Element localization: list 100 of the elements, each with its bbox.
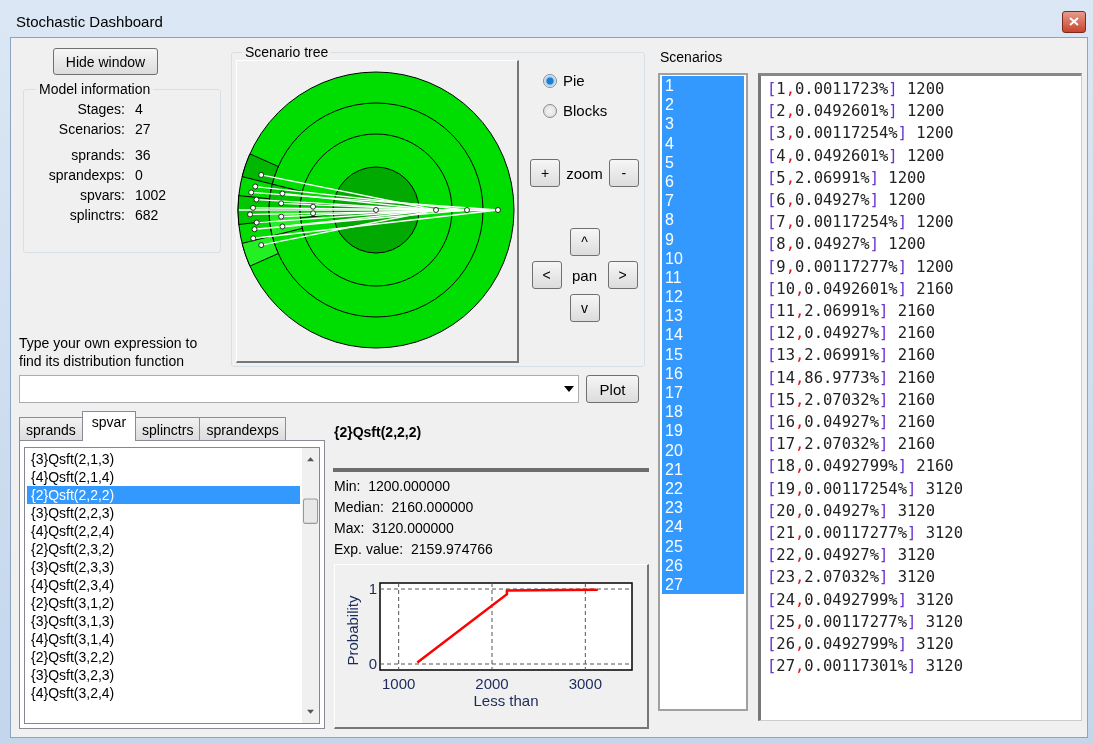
variable-item[interactable]: {3}Qsft(3,1,3) bbox=[27, 612, 300, 630]
scenario-line: [23,2.07032%] 3120 bbox=[767, 567, 937, 589]
zoom-in-button[interactable]: + bbox=[530, 159, 561, 187]
view-option[interactable]: Blocks bbox=[543, 102, 608, 119]
scrollbar[interactable] bbox=[302, 448, 319, 723]
x-tick-label: 1000 bbox=[382, 675, 416, 692]
variable-item[interactable]: {4}Qsft(3,2,4) bbox=[27, 684, 300, 702]
scenario-number[interactable]: 24 bbox=[662, 517, 744, 537]
info-value: 1002 bbox=[135, 187, 167, 203]
scenario-line: [16,0.04927%] 2160 bbox=[767, 412, 937, 434]
scenario-line: [25,0.00117277%] 3120 bbox=[767, 611, 965, 633]
close-icon[interactable] bbox=[1069, 17, 1079, 26]
variable-item[interactable]: {3}Qsft(2,3,3) bbox=[27, 558, 300, 576]
view-option[interactable]: Pie bbox=[543, 72, 608, 89]
pan-label: pan bbox=[572, 266, 597, 284]
scenario-line: [22,0.04927%] 3120 bbox=[767, 545, 937, 567]
pan-right-button[interactable]: > bbox=[607, 261, 638, 289]
info-label: sprandexps: bbox=[48, 167, 125, 183]
scenario-line: [12,0.04927%] 2160 bbox=[767, 323, 937, 345]
variable-item[interactable]: {4}Qsft(2,1,4) bbox=[27, 468, 300, 486]
zoom-out-button[interactable]: - bbox=[608, 159, 639, 187]
variable-item[interactable]: {2}Qsft(2,2,2) bbox=[27, 486, 300, 504]
scenario-number[interactable]: 6 bbox=[662, 171, 744, 192]
radio-button[interactable] bbox=[543, 73, 557, 88]
plot-button[interactable]: Plot bbox=[586, 375, 639, 403]
scenario-number[interactable]: 18 bbox=[662, 402, 744, 422]
tab[interactable]: sprands bbox=[19, 417, 83, 441]
variable-item[interactable]: {4}Qsft(2,3,4) bbox=[27, 576, 300, 594]
pan-left-button[interactable]: < bbox=[531, 261, 562, 289]
scenario-number[interactable]: 3 bbox=[662, 114, 744, 134]
x-axis-label: Less than bbox=[473, 692, 539, 709]
variable-item[interactable]: {4}Qsft(2,2,4) bbox=[27, 522, 300, 540]
statistic: Min: 1200.000000 bbox=[334, 477, 451, 496]
statistic: Median: 2160.000000 bbox=[334, 498, 475, 517]
info-value: 0 bbox=[135, 167, 143, 183]
scenario-number[interactable]: 11 bbox=[662, 267, 744, 288]
info-label: Scenarios: bbox=[58, 121, 125, 137]
variable-item[interactable]: {3}Qsft(3,2,3) bbox=[27, 666, 300, 684]
pan-down-button[interactable]: v bbox=[569, 294, 600, 322]
variable-item[interactable]: {3}Qsft(2,1,3) bbox=[27, 450, 300, 468]
variable-item[interactable]: {2}Qsft(3,2,2) bbox=[27, 648, 300, 666]
scenario-number[interactable]: 23 bbox=[662, 498, 744, 518]
tab[interactable]: splinctrs bbox=[135, 417, 201, 441]
dropdown-caret-icon[interactable] bbox=[564, 386, 574, 392]
expression-field[interactable] bbox=[19, 375, 579, 403]
info-label: splinctrs: bbox=[69, 207, 125, 223]
info-value: 27 bbox=[135, 121, 151, 137]
scenario-number[interactable]: 2 bbox=[662, 95, 744, 115]
scenario-number[interactable]: 21 bbox=[662, 459, 744, 479]
scenario-number[interactable]: 7 bbox=[662, 191, 744, 211]
scenario-number[interactable]: 15 bbox=[662, 344, 744, 364]
scenario-number[interactable]: 4 bbox=[662, 133, 744, 153]
tab[interactable]: spvar bbox=[81, 411, 137, 441]
scenario-line: [26,0.0492799%] 3120 bbox=[767, 634, 955, 656]
scenario-number[interactable]: 9 bbox=[662, 229, 744, 249]
hide-window-button[interactable]: Hide window bbox=[53, 48, 158, 75]
scenario-line: [3,0.00117254%] 1200 bbox=[767, 123, 955, 145]
variable-item[interactable]: {3}Qsft(2,2,3) bbox=[27, 504, 300, 522]
scenario-line: [8,0.04927%] 1200 bbox=[767, 234, 927, 256]
scenario-number[interactable]: 25 bbox=[662, 536, 744, 556]
panel-title: Model information bbox=[38, 81, 152, 97]
close-button[interactable] bbox=[1062, 10, 1086, 33]
scenario-number[interactable]: 5 bbox=[662, 152, 744, 172]
scenario-line: [6,0.04927%] 1200 bbox=[767, 190, 927, 211]
expression-prompt: Type your own expression to find its distribution function bbox=[19, 334, 199, 370]
scenario-number[interactable]: 13 bbox=[662, 306, 744, 326]
scenario-number[interactable]: 10 bbox=[662, 248, 744, 268]
variable-item[interactable]: {2}Qsft(3,1,2) bbox=[27, 594, 300, 612]
scenarios-label: Scenarios bbox=[660, 49, 724, 65]
scenario-line: [24,0.0492799%] 3120 bbox=[767, 589, 955, 611]
pan-up-button[interactable]: ^ bbox=[569, 228, 600, 256]
scenario-line: [9,0.00117277%] 1200 bbox=[767, 256, 955, 278]
scenario-line: [2,0.0492601%] 1200 bbox=[767, 101, 946, 123]
y-tick-label: 0 bbox=[368, 655, 377, 672]
scenario-line: [1,0.0011723%] 1200 bbox=[767, 79, 946, 100]
scenario-number[interactable]: 22 bbox=[662, 478, 744, 499]
scenario-number[interactable]: 16 bbox=[662, 363, 744, 383]
scenario-number[interactable]: 1 bbox=[662, 76, 744, 96]
x-tick-label: 3000 bbox=[568, 675, 602, 692]
scenario-number[interactable]: 19 bbox=[662, 421, 744, 441]
scenario-number[interactable]: 12 bbox=[662, 287, 744, 307]
info-value: 4 bbox=[135, 101, 143, 117]
tab[interactable]: sprandexps bbox=[199, 417, 286, 441]
scenario-line: [7,0.00117254%] 1200 bbox=[767, 212, 955, 234]
window-title: Stochastic Dashboard bbox=[16, 13, 163, 30]
scenario-line: [19,0.00117254%] 3120 bbox=[767, 478, 965, 500]
scenario-number[interactable]: 20 bbox=[662, 440, 744, 460]
radio-button[interactable] bbox=[543, 103, 557, 118]
option-label: Pie bbox=[563, 72, 585, 89]
info-value: 36 bbox=[135, 147, 151, 163]
variable-item[interactable]: {4}Qsft(3,1,4) bbox=[27, 630, 300, 648]
scenario-line: [20,0.04927%] 3120 bbox=[767, 500, 937, 522]
scenario-number[interactable]: 26 bbox=[662, 555, 744, 575]
y-tick-label: 1 bbox=[368, 580, 377, 597]
scenario-number[interactable]: 14 bbox=[662, 325, 744, 345]
variable-item[interactable]: {2}Qsft(2,3,2) bbox=[27, 540, 300, 558]
scenario-number[interactable]: 27 bbox=[662, 574, 744, 595]
scenario-number[interactable]: 17 bbox=[662, 383, 744, 403]
scenario-number[interactable]: 8 bbox=[662, 210, 744, 230]
y-axis-label: Probability bbox=[344, 595, 361, 666]
